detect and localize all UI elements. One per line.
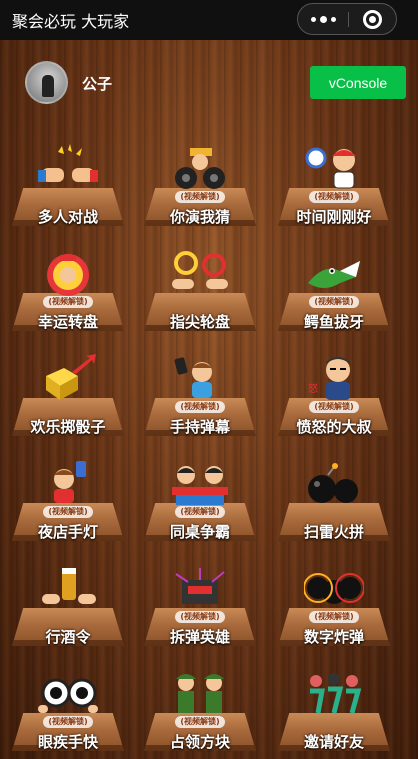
film-reel-icon bbox=[175, 148, 225, 189]
phone-danmaku-icon bbox=[174, 357, 212, 398]
game-label: 眼疾手快 bbox=[37, 733, 98, 751]
game-tile-9[interactable]: (视频解锁) 夜店手灯 bbox=[12, 459, 124, 549]
invite-dancers-icon bbox=[310, 673, 362, 714]
game-tile-15[interactable]: (视频解锁) 眼疾手快 bbox=[12, 669, 124, 759]
game-label: 同桌争霸 bbox=[169, 523, 230, 541]
lucky-wheel-icon bbox=[47, 254, 89, 296]
username: 公子 bbox=[82, 75, 113, 93]
game-tile-8[interactable]: 怒 (视频解锁) 愤怒的大叔 bbox=[278, 354, 390, 444]
game-tile-5[interactable]: (视频解锁) 鳄鱼拔牙 bbox=[278, 249, 390, 339]
game-label: 你演我猜 bbox=[169, 208, 230, 226]
alarm-clock-icon bbox=[305, 147, 356, 189]
game-tile-0[interactable]: 多人对战 bbox=[12, 144, 124, 234]
game-tile-6[interactable]: 欢乐掷骰子 bbox=[12, 354, 124, 444]
game-tile-17[interactable]: 邀请好友 bbox=[278, 669, 390, 759]
svg-text:怒: 怒 bbox=[308, 382, 318, 395]
desk-duel-icon bbox=[172, 466, 228, 505]
navigation-bar: 聚会必玩 大玩家 bbox=[0, 0, 418, 40]
game-label: 鳄鱼拔牙 bbox=[303, 313, 364, 331]
vconsole-button[interactable]: vConsole bbox=[310, 66, 406, 99]
app-title: 聚会必玩 大玩家 bbox=[12, 12, 130, 31]
video-unlock-badge: (视频解锁) bbox=[175, 611, 225, 623]
angry-uncle-icon: 怒 bbox=[308, 357, 350, 400]
avatar[interactable] bbox=[25, 61, 68, 104]
number-bomb-icon bbox=[304, 573, 364, 604]
game-tile-16[interactable]: (视频解锁) 占领方块 bbox=[144, 669, 256, 759]
video-unlock-badge: (视频解锁) bbox=[309, 296, 359, 308]
soldiers-icon bbox=[176, 674, 224, 713]
game-label: 拆弹英雄 bbox=[169, 628, 230, 646]
game-label: 数字炸弹 bbox=[303, 628, 364, 646]
game-label: 邀请好友 bbox=[303, 733, 364, 751]
bomb-icon bbox=[308, 463, 358, 503]
close-mini-program-icon[interactable] bbox=[363, 10, 382, 29]
game-tile-3[interactable]: (视频解锁) 幸运转盘 bbox=[12, 249, 124, 339]
game-label: 占领方块 bbox=[169, 733, 230, 751]
video-unlock-badge: (视频解锁) bbox=[43, 296, 93, 308]
video-unlock-badge: (视频解锁) bbox=[309, 191, 359, 203]
game-label: 扫雷火拼 bbox=[303, 523, 364, 541]
mini-program-capsule bbox=[297, 3, 397, 35]
video-unlock-badge: (视频解锁) bbox=[175, 191, 225, 203]
game-label: 欢乐掷骰子 bbox=[30, 418, 106, 436]
game-tile-4[interactable]: 指尖轮盘 bbox=[144, 249, 256, 339]
game-tile-7[interactable]: (视频解锁) 手持弹幕 bbox=[144, 354, 256, 444]
fingertip-spinner-icon bbox=[172, 251, 228, 289]
game-label: 夜店手灯 bbox=[37, 523, 98, 541]
crocodile-icon bbox=[308, 261, 360, 288]
game-tile-12[interactable]: 行酒令 bbox=[12, 564, 124, 654]
video-unlock-badge: (视频解锁) bbox=[175, 506, 225, 518]
fist-bump-icon bbox=[38, 144, 98, 182]
defuse-bomb-icon bbox=[175, 568, 225, 604]
game-tile-14[interactable]: (视频解锁) 数字炸弹 bbox=[278, 564, 390, 654]
game-label: 多人对战 bbox=[37, 208, 98, 226]
game-tile-2[interactable]: (视频解锁) 时间刚刚好 bbox=[278, 144, 390, 234]
video-unlock-badge: (视频解锁) bbox=[309, 611, 359, 623]
club-phone-light-icon bbox=[54, 461, 86, 503]
beer-cheers-icon bbox=[42, 568, 96, 604]
game-tile-1[interactable]: (视频解锁) 你演我猜 bbox=[144, 144, 256, 234]
game-label: 幸运转盘 bbox=[37, 313, 98, 331]
video-unlock-badge: (视频解锁) bbox=[175, 401, 225, 413]
eyes-icon bbox=[38, 678, 98, 713]
game-label: 时间刚刚好 bbox=[296, 208, 372, 226]
more-menu-icon[interactable] bbox=[298, 4, 348, 34]
video-unlock-badge: (视频解锁) bbox=[43, 716, 93, 728]
dice-icon bbox=[46, 354, 96, 400]
game-label: 指尖轮盘 bbox=[169, 313, 230, 331]
game-tile-13[interactable]: (视频解锁) 拆弹英雄 bbox=[144, 564, 256, 654]
game-tile-11[interactable]: 扫雷火拼 bbox=[278, 459, 390, 549]
capsule-divider bbox=[348, 12, 349, 27]
game-label: 手持弹幕 bbox=[169, 418, 230, 436]
game-tile-10[interactable]: (视频解锁) 同桌争霸 bbox=[144, 459, 256, 549]
video-unlock-badge: (视频解锁) bbox=[43, 506, 93, 518]
game-label: 行酒令 bbox=[45, 628, 91, 646]
video-unlock-badge: (视频解锁) bbox=[175, 716, 225, 728]
game-label: 愤怒的大叔 bbox=[296, 418, 372, 436]
video-unlock-badge: (视频解锁) bbox=[309, 401, 359, 413]
